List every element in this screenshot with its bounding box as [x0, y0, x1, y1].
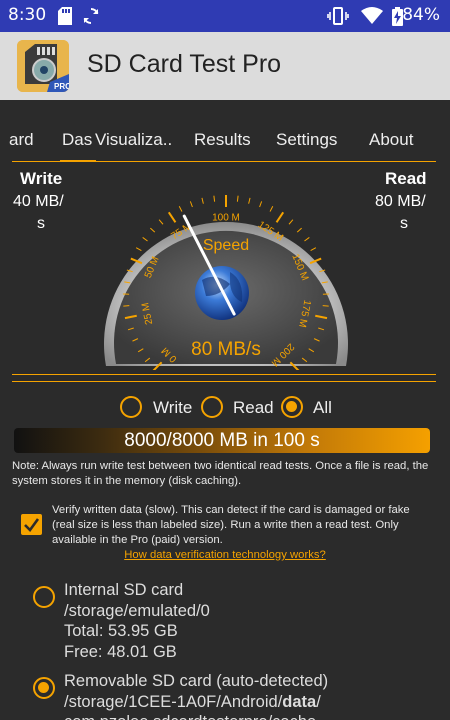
storage-path: /storage/1CEE-1A0F/Android/data/ — [64, 692, 321, 711]
gauge-major-tick — [275, 211, 285, 223]
tab-bar: ard Das Visualiza.. Results Settings Abo… — [0, 100, 450, 162]
gauge-minor-tick — [304, 237, 310, 242]
gauge-minor-tick — [189, 201, 193, 208]
gauge-minor-tick — [150, 227, 156, 233]
radio-all[interactable] — [281, 396, 303, 418]
verify-checkbox[interactable] — [21, 514, 42, 535]
app-logo-icon: PRO — [17, 40, 69, 92]
storage-option-removable[interactable]: Removable SD card (auto-detected) /stora… — [64, 671, 328, 720]
tab-divider — [12, 161, 436, 162]
gauge-tick-label: 100 M — [212, 213, 240, 224]
radio-internal-sd[interactable] — [33, 586, 55, 608]
storage-path: /storage/emulated/0 — [64, 601, 210, 620]
tab-dashboard[interactable]: Das — [62, 130, 92, 150]
storage-option-internal[interactable]: Internal SD card /storage/emulated/0 Tot… — [64, 580, 210, 662]
storage-total: Total: 53.95 GB — [64, 622, 178, 640]
gauge-minor-tick — [236, 195, 239, 202]
divider — [12, 374, 436, 375]
radio-all-label: All — [313, 398, 332, 417]
caching-note: Note: Always run write test between two … — [12, 460, 429, 487]
gauge-minor-tick — [142, 237, 148, 242]
battery-percent: 84% — [402, 5, 440, 25]
storage-free: Free: 48.01 GB — [64, 642, 177, 661]
progress-text: 8000/8000 MB in 100 s — [124, 430, 320, 451]
tab-about[interactable]: About — [369, 130, 413, 150]
write-label: Write — [20, 169, 63, 188]
checkmark-icon — [24, 518, 40, 532]
gauge-minor-tick — [310, 247, 317, 252]
radio-read-label: Read — [233, 398, 274, 417]
storage-path-continued: com.pzolee.sdcardtesterpro/cache — [64, 712, 328, 720]
radio-write[interactable] — [120, 396, 142, 418]
gauge-minor-tick — [269, 205, 274, 212]
gauge-minor-tick — [259, 201, 263, 208]
read-speed-value: 80 MB/s — [375, 193, 426, 232]
gauge-minor-tick — [288, 219, 294, 225]
gauge-minor-tick — [178, 205, 183, 212]
gauge-minor-tick — [213, 195, 216, 202]
tab-visualization[interactable]: Visualiza.. — [95, 130, 172, 150]
test-progress-bar: 8000/8000 MB in 100 s — [14, 428, 430, 453]
gauge-minor-tick — [135, 247, 142, 252]
status-time: 8:30 — [8, 5, 47, 25]
write-speed-value: 40 MB/s — [13, 193, 64, 232]
storage-name: Removable SD card (auto-detected) — [64, 672, 329, 690]
gauge-title: Speed — [203, 237, 249, 254]
storage-name: Internal SD card — [64, 581, 184, 599]
read-label: Read — [385, 169, 427, 188]
gauge-readout: 80 MB/s — [191, 339, 261, 360]
app-title: SD Card Test Pro — [87, 50, 282, 78]
svg-text:PRO: PRO — [54, 82, 69, 91]
speed-gauge: 0 M25 M50 M75 M100 M125 M150 M175 M200 M… — [103, 195, 348, 370]
app-bar: PRO SD Card Test Pro — [0, 32, 450, 100]
divider — [12, 381, 436, 382]
radio-removable-sd[interactable] — [33, 677, 55, 699]
sd-card-icon — [58, 7, 72, 29]
sync-icon — [82, 7, 100, 29]
radio-read[interactable] — [201, 396, 223, 418]
gauge-minor-tick — [296, 227, 302, 233]
tab-card[interactable]: ard — [9, 130, 34, 150]
vibrate-icon — [327, 7, 349, 29]
gauge-major-tick — [167, 211, 177, 223]
wifi-icon — [361, 7, 383, 29]
verify-description: Verify written data (slow). This can det… — [52, 504, 410, 546]
tab-results[interactable]: Results — [194, 130, 251, 150]
tab-settings[interactable]: Settings — [276, 130, 337, 150]
gauge-minor-tick — [158, 219, 164, 225]
verify-info-link[interactable]: How data verification technology works? — [0, 549, 450, 561]
gauge-minor-tick — [201, 197, 204, 204]
gauge-minor-tick — [248, 197, 251, 204]
status-bar: 8:30 84% — [0, 0, 450, 32]
radio-write-label: Write — [153, 398, 193, 417]
